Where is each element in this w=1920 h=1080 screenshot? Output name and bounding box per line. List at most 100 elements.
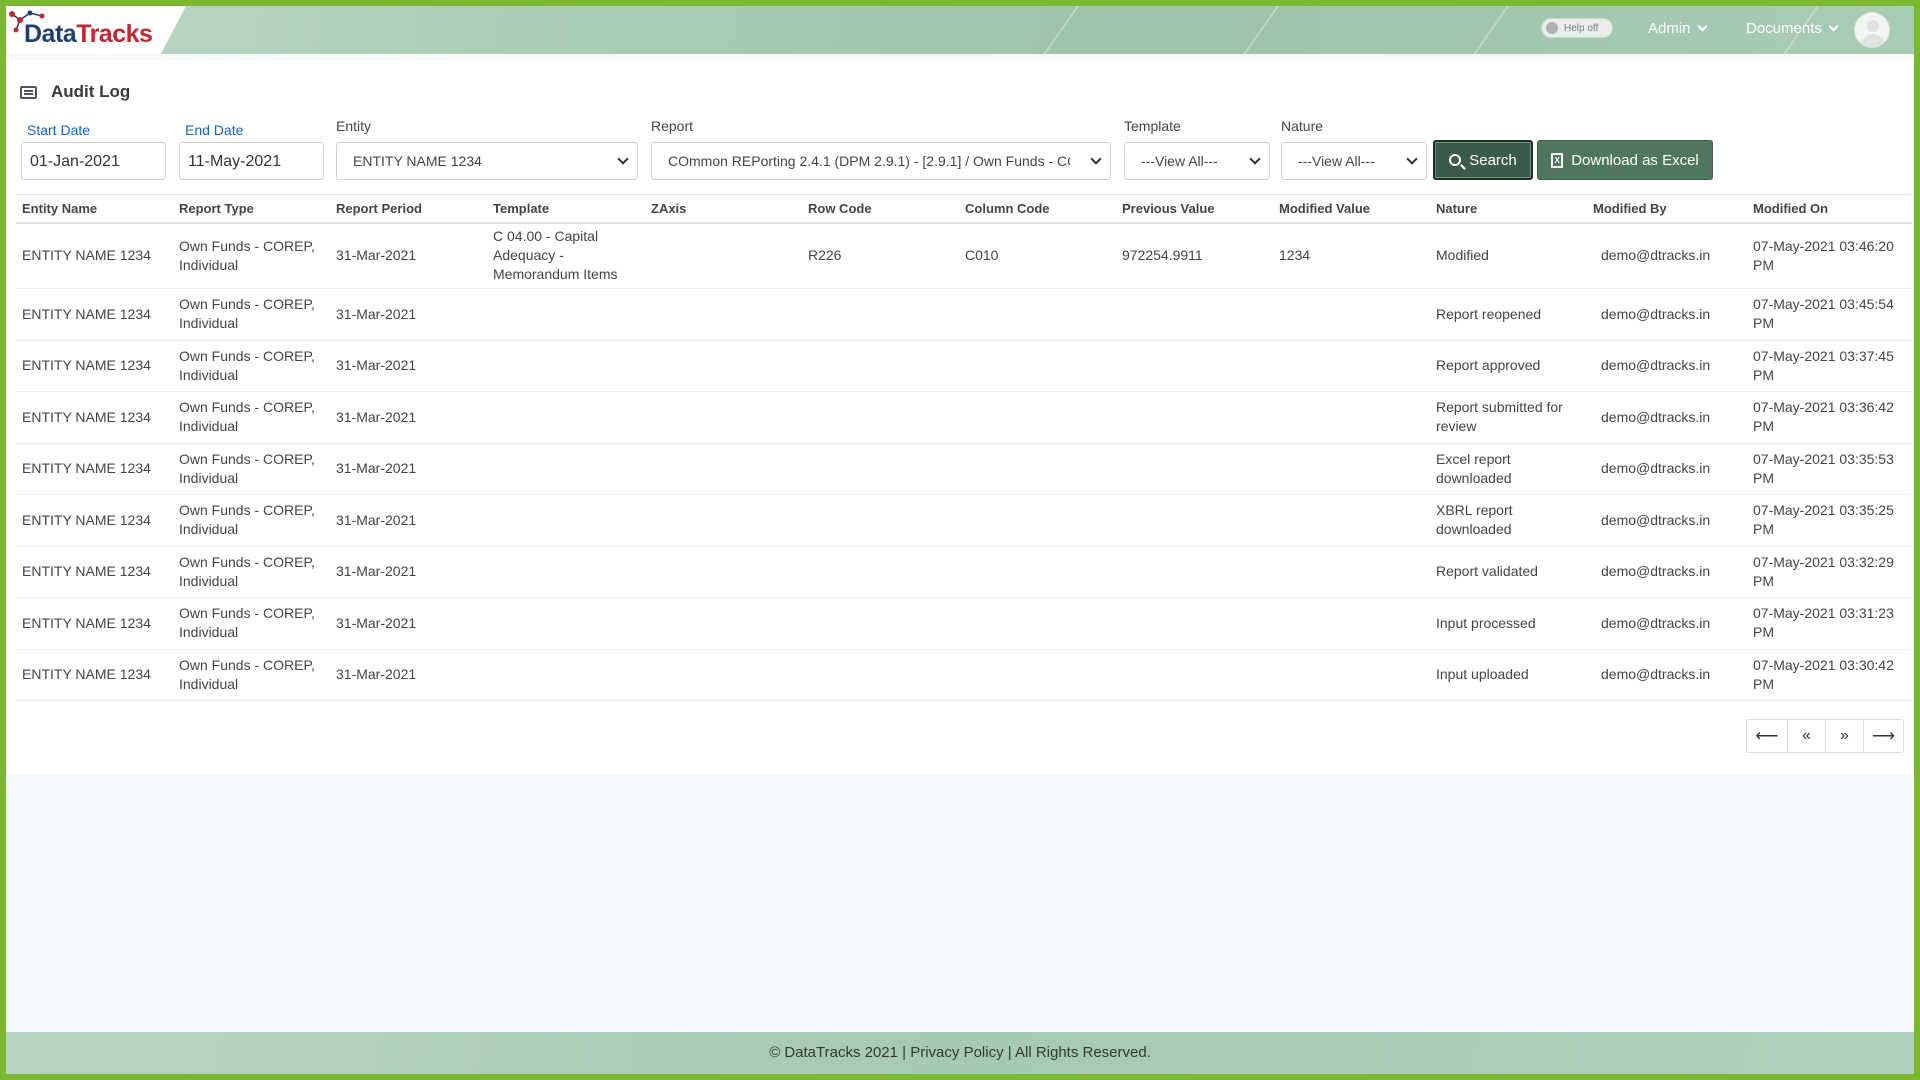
template-select[interactable]: ---View All--- xyxy=(1124,142,1270,180)
entity-label: Entity xyxy=(336,118,372,134)
cell-modified-value xyxy=(1273,649,1430,701)
cell-report-period: 31-Mar-2021 xyxy=(330,288,487,341)
cell-previous-value xyxy=(1116,391,1273,444)
first-page-button[interactable]: ⟵ xyxy=(1747,720,1787,752)
cell-entity-name: ENTITY NAME 1234 xyxy=(16,222,173,289)
cell-column-code xyxy=(959,494,1116,547)
template-label: Template xyxy=(1124,118,1181,134)
next-page-button[interactable]: » xyxy=(1825,720,1863,752)
chevron-down-icon xyxy=(1090,153,1102,165)
cell-modified-value: 1234 xyxy=(1273,222,1430,289)
cell-column-code xyxy=(959,649,1116,701)
entity-select[interactable]: ENTITY NAME 1234 xyxy=(336,142,638,180)
table-row: ENTITY NAME 1234 Own Funds - COREP, Indiv… xyxy=(16,288,1912,341)
column-header-modified-value[interactable]: Modified Value xyxy=(1273,194,1430,224)
cell-entity-name: ENTITY NAME 1234 xyxy=(16,546,173,598)
cell-previous-value xyxy=(1116,649,1273,701)
logo[interactable]: DataTracks xyxy=(6,6,186,54)
column-header-nature[interactable]: Nature xyxy=(1430,194,1587,224)
logo-text: DataTracks xyxy=(24,20,153,48)
chevron-down-icon xyxy=(1249,153,1261,165)
cell-report-type: Own Funds - COREP, Individual xyxy=(173,597,330,650)
column-header-previous-value[interactable]: Previous Value xyxy=(1116,194,1273,224)
cell-zaxis xyxy=(645,222,802,289)
cell-report-type: Own Funds - COREP, Individual xyxy=(173,546,330,598)
audit-log-table: Entity Name Report Type Report Period Templ… xyxy=(16,194,1912,701)
start-date-input[interactable]: 01-Jan-2021 xyxy=(21,142,166,180)
cell-column-code xyxy=(959,597,1116,650)
report-select-value: COmmon REPorting 2.4.1 (DPM 2.9.1) - [2.… xyxy=(668,153,1070,169)
report-select[interactable]: COmmon REPorting 2.4.1 (DPM 2.9.1) - [2.… xyxy=(651,142,1111,180)
cell-previous-value: 972254.9911 xyxy=(1116,222,1273,289)
cell-template xyxy=(487,597,645,650)
cell-modified-by: demo@dtracks.in xyxy=(1587,288,1747,341)
download-excel-label: Download as Excel xyxy=(1571,151,1699,169)
table-row: ENTITY NAME 1234 Own Funds - COREP, Indiv… xyxy=(16,597,1912,650)
cell-report-type: Own Funds - COREP, Individual xyxy=(173,494,330,547)
column-header-column-code[interactable]: Column Code xyxy=(959,194,1116,224)
audit-log-panel: Audit Log Start Date 01-Jan-2021 End Dat… xyxy=(6,60,1914,775)
table-row: ENTITY NAME 1234 Own Funds - COREP, Indiv… xyxy=(16,391,1912,444)
cell-row-code xyxy=(802,391,959,444)
cell-modified-value xyxy=(1273,391,1430,444)
cell-modified-on: 07-May-2021 03:32:29 PM xyxy=(1747,546,1912,598)
cell-row-code xyxy=(802,597,959,650)
cell-report-period: 31-Mar-2021 xyxy=(330,649,487,701)
cell-report-period: 31-Mar-2021 xyxy=(330,494,487,547)
column-header-report-period[interactable]: Report Period xyxy=(330,194,487,224)
cell-modified-by: demo@dtracks.in xyxy=(1587,597,1747,650)
cell-report-period: 31-Mar-2021 xyxy=(330,597,487,650)
cell-modified-value xyxy=(1273,443,1430,495)
download-excel-button[interactable]: X Download as Excel xyxy=(1537,140,1713,180)
documents-menu[interactable]: Documents xyxy=(1746,20,1839,37)
cell-row-code xyxy=(802,340,959,392)
column-header-row-code[interactable]: Row Code xyxy=(802,194,959,224)
table-row: ENTITY NAME 1234 Own Funds - COREP, Indiv… xyxy=(16,649,1912,701)
cell-zaxis xyxy=(645,288,802,341)
end-date-input[interactable]: 11-May-2021 xyxy=(179,142,324,180)
cell-report-period: 31-Mar-2021 xyxy=(330,443,487,495)
column-header-entity-name[interactable]: Entity Name xyxy=(16,194,173,224)
cell-column-code xyxy=(959,288,1116,341)
column-header-report-type[interactable]: Report Type xyxy=(173,194,330,224)
nature-select[interactable]: ---View All--- xyxy=(1281,142,1427,180)
table-row: ENTITY NAME 1234 Own Funds - COREP, Indiv… xyxy=(16,443,1912,495)
entity-select-value: ENTITY NAME 1234 xyxy=(353,153,482,169)
search-button[interactable]: Search xyxy=(1433,140,1533,180)
chevron-down-icon xyxy=(1828,21,1839,32)
cell-report-period: 31-Mar-2021 xyxy=(330,546,487,598)
cell-entity-name: ENTITY NAME 1234 xyxy=(16,288,173,341)
cell-entity-name: ENTITY NAME 1234 xyxy=(16,443,173,495)
cell-row-code: R226 xyxy=(802,222,959,289)
cell-template xyxy=(487,494,645,547)
cell-report-period: 31-Mar-2021 xyxy=(330,340,487,392)
cell-nature: Report submitted for review xyxy=(1430,391,1587,444)
column-header-modified-by[interactable]: Modified By xyxy=(1587,194,1747,224)
cell-column-code xyxy=(959,443,1116,495)
cell-nature: Input processed xyxy=(1430,597,1587,650)
nature-label: Nature xyxy=(1281,118,1324,134)
column-header-modified-on[interactable]: Modified On xyxy=(1747,194,1912,224)
admin-menu[interactable]: Admin xyxy=(1648,20,1707,37)
cell-entity-name: ENTITY NAME 1234 xyxy=(16,649,173,701)
prev-page-button[interactable]: « xyxy=(1787,720,1825,752)
table-row: ENTITY NAME 1234 Own Funds - COREP, Indiv… xyxy=(16,340,1912,392)
cell-modified-on: 07-May-2021 03:45:54 PM xyxy=(1747,288,1912,341)
table-header-row: Entity Name Report Type Report Period Templ… xyxy=(16,194,1912,224)
excel-file-icon: X xyxy=(1551,152,1564,168)
report-label: Report xyxy=(651,118,694,134)
cell-template xyxy=(487,340,645,392)
column-header-template[interactable]: Template xyxy=(487,194,645,224)
cell-modified-by: demo@dtracks.in xyxy=(1587,494,1747,547)
footer-text: © DataTracks 2021 | Privacy Policy | All… xyxy=(769,1044,1151,1061)
cell-entity-name: ENTITY NAME 1234 xyxy=(16,494,173,547)
column-header-zaxis[interactable]: ZAxis xyxy=(645,194,802,224)
cell-report-type: Own Funds - COREP, Individual xyxy=(173,340,330,392)
admin-menu-label: Admin xyxy=(1648,20,1691,37)
help-toggle[interactable]: Help off xyxy=(1541,18,1613,38)
cell-zaxis xyxy=(645,391,802,444)
user-avatar-icon[interactable] xyxy=(1854,12,1890,48)
start-date-label: Start Date xyxy=(27,122,91,138)
last-page-button[interactable]: ⟶ xyxy=(1863,720,1903,752)
toggle-knob xyxy=(1546,22,1558,34)
